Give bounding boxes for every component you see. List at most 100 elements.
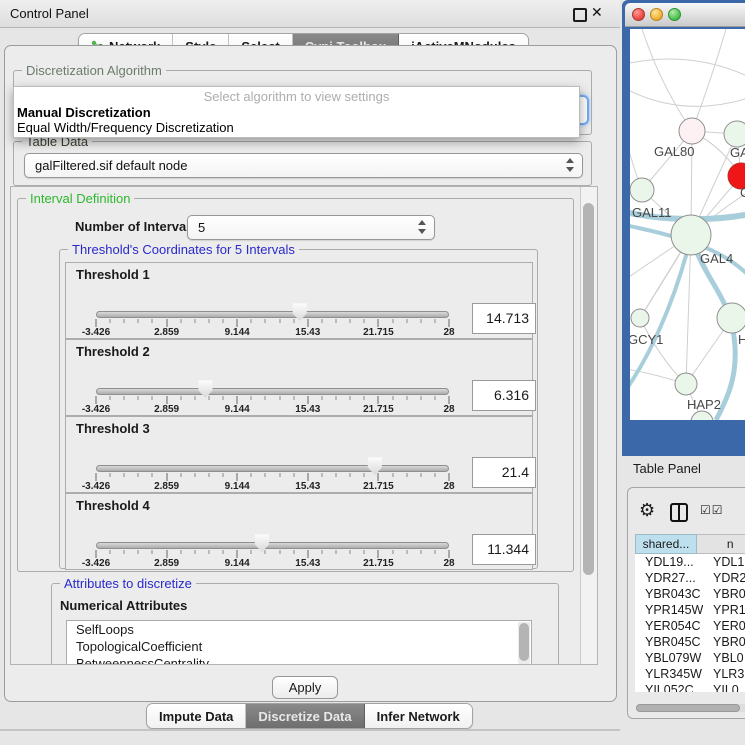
threshold-label: Threshold 2: [76, 344, 150, 359]
slider-tick: [152, 473, 153, 477]
slider-tick: [237, 550, 238, 558]
slider-tick: [279, 473, 280, 477]
slider-tick: [420, 473, 421, 477]
table-row[interactable]: YBR045CYBR0: [635, 634, 745, 650]
apply-button[interactable]: Apply: [272, 676, 338, 699]
tab-impute-data[interactable]: Impute Data: [147, 704, 246, 728]
slider-tick-label: 9.144: [225, 558, 250, 569]
table-row[interactable]: YLR345WYLR3: [635, 666, 745, 682]
tab-infer-network[interactable]: Infer Network: [365, 704, 472, 728]
select-columns-checkboxes-icon[interactable]: ☑☑: [700, 503, 724, 517]
dropdown-option-equal-width[interactable]: Equal Width/Frequency Discretization: [17, 120, 234, 135]
spinner-arrows-icon: [565, 158, 574, 172]
slider-tick: [124, 319, 125, 323]
slider-tick: [336, 319, 337, 323]
slider-tick: [420, 319, 421, 323]
slider-track[interactable]: [96, 542, 449, 549]
node-gal80[interactable]: [679, 118, 705, 144]
column-header-name[interactable]: n: [697, 534, 745, 554]
slider-tick: [194, 396, 195, 400]
slider-tick: [96, 473, 97, 481]
threshold-value-field[interactable]: 14.713: [472, 303, 536, 334]
table-row[interactable]: YER054CYER0: [635, 618, 745, 634]
screen: Control Panel ✕ Network Style Select Cyn…: [0, 0, 745, 745]
slider-tick: [350, 396, 351, 400]
float-window-icon[interactable]: [573, 8, 587, 22]
tab-discretize-data[interactable]: Discretize Data: [246, 704, 364, 728]
table-row[interactable]: YBR043CYBR0: [635, 586, 745, 602]
threshold-value-field[interactable]: 11.344: [472, 534, 536, 565]
gear-icon[interactable]: ⚙: [639, 501, 655, 519]
dropdown-option-manual[interactable]: Manual Discretization: [17, 105, 151, 120]
numerical-attributes-label: Numerical Attributes: [60, 598, 187, 613]
table-row[interactable]: YDR27...YDR2: [635, 570, 745, 586]
slider-tick: [237, 396, 238, 404]
slider-tick: [350, 473, 351, 477]
slider-tick-label: 28: [443, 327, 454, 338]
slider-tick: [110, 396, 111, 400]
node-label: H: [738, 332, 745, 347]
slider-tick: [223, 396, 224, 400]
slider-tick: [434, 473, 435, 477]
slider-track[interactable]: [96, 465, 449, 472]
settings-scrollbar-thumb[interactable]: [583, 203, 594, 575]
slider-tick: [208, 473, 209, 477]
node-gal11[interactable]: [630, 178, 654, 202]
list-item[interactable]: BetweennessCentrality: [67, 655, 531, 665]
slider-tick: [434, 550, 435, 554]
close-traffic-light-icon[interactable]: [632, 8, 645, 21]
slider-tick: [449, 473, 450, 481]
table-panel-title: Table Panel: [633, 461, 701, 476]
table-cell: YER0: [703, 618, 745, 634]
slider-tick: [392, 550, 393, 554]
slider-tick: [378, 396, 379, 404]
table-cell: YBR0: [703, 586, 745, 602]
network-canvas[interactable]: GAL80 GA C GAL11 GAL4 GCY1 H HAP2: [630, 29, 745, 420]
close-icon[interactable]: ✕: [591, 4, 603, 21]
bottom-tabstrip: Impute Data Discretize Data Infer Networ…: [146, 703, 473, 729]
minimize-traffic-light-icon[interactable]: [650, 8, 663, 21]
table-row[interactable]: YIL052CYIL0: [635, 682, 745, 692]
node-hap2[interactable]: [675, 373, 697, 395]
split-view-icon[interactable]: [670, 503, 688, 522]
table-cell: YBR0: [703, 634, 745, 650]
slider-tick-label: 2.859: [154, 327, 179, 338]
slider-tick: [364, 550, 365, 554]
node-top-right[interactable]: [724, 121, 745, 147]
table-row[interactable]: YPR145WYPR1: [635, 602, 745, 618]
list-item[interactable]: TopologicalCoefficient: [67, 638, 531, 655]
table-horizontal-scrollbar[interactable]: [636, 704, 745, 712]
threshold-value-field[interactable]: 6.316: [472, 380, 536, 411]
slider-tick: [265, 319, 266, 323]
node-bottom-clipped[interactable]: [691, 411, 713, 420]
node-gal4[interactable]: [671, 215, 711, 255]
node-gcy1[interactable]: [631, 309, 649, 327]
list-scrollbar[interactable]: [518, 622, 530, 665]
node-h[interactable]: [717, 303, 745, 333]
table-cell: YIL052C: [635, 682, 703, 692]
slider-tick: [392, 473, 393, 477]
zoom-traffic-light-icon[interactable]: [668, 8, 681, 21]
list-item[interactable]: SelfLoops: [67, 621, 531, 638]
slider-track[interactable]: [96, 311, 449, 318]
threshold-3-panel: Threshold 3 -3.4262.8599.14415.4321.7152…: [65, 416, 533, 493]
slider-tick-label: 28: [443, 481, 454, 492]
table-row[interactable]: YDL19...YDL1: [635, 554, 745, 570]
slider-ruler: -3.4262.8599.14415.4321.71528: [96, 473, 449, 493]
column-header-shared-name[interactable]: shared...: [635, 534, 697, 554]
network-view-window: GAL80 GA C GAL11 GAL4 GCY1 H HAP2: [622, 0, 745, 456]
node-label: C: [740, 185, 745, 200]
table-row[interactable]: YBL079WYBL0: [635, 650, 745, 666]
slider-tick-label: -3.426: [82, 327, 110, 338]
slider-track[interactable]: [96, 388, 449, 395]
slider-tick: [293, 396, 294, 400]
slider-tick: [265, 550, 266, 554]
panel-bottom-edge: [0, 729, 620, 731]
slider-tick: [321, 550, 322, 554]
settings-scrollbar-track[interactable]: [580, 187, 597, 664]
threshold-value-field[interactable]: 21.4: [472, 457, 536, 488]
node-label: GAL80: [654, 144, 694, 159]
number-of-intervals-combobox[interactable]: 5: [187, 215, 435, 240]
slider-tick: [420, 550, 421, 554]
table-data-combobox[interactable]: galFiltered.sif default node: [24, 153, 583, 178]
